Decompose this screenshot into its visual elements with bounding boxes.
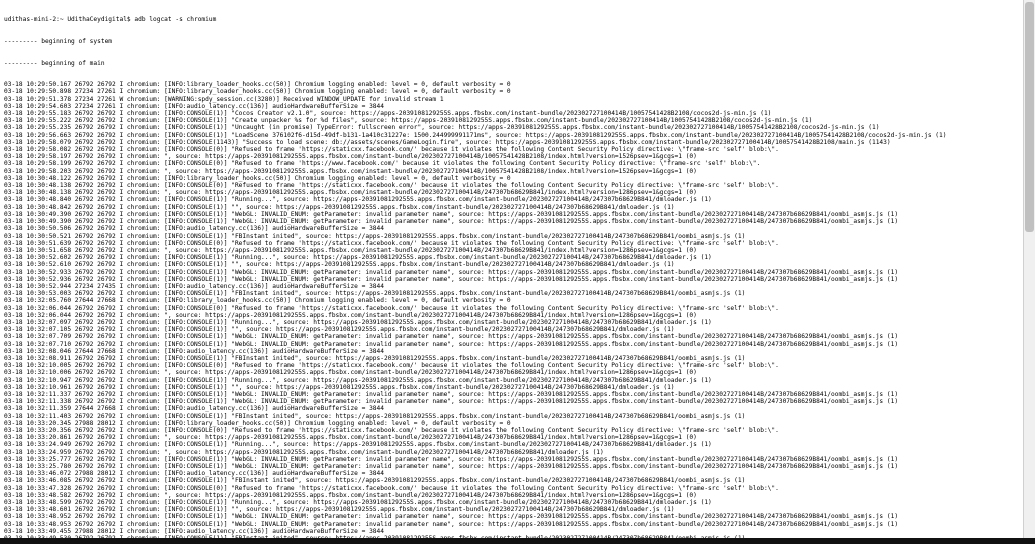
log-line: 03-18 10:33:46.085 26792 26792 I chromiu… [4, 477, 1031, 484]
log-line: 03-18 10:29:58.082 26792 26792 I chromiu… [4, 146, 1031, 153]
log-line: 03-18 10:33:20.356 26792 26792 I chromiu… [4, 427, 1031, 434]
log-line: 03-18 10:30:48.842 26792 26792 I chromiu… [4, 204, 1031, 211]
shell-prompt: udithas-mini-2:~ UdithaCeydigital$ adb l… [4, 16, 1031, 23]
log-line: 03-18 10:29:58.199 26792 26792 I chromiu… [4, 160, 1031, 167]
log-line: 03-18 10:30:52.602 26792 26792 I chromiu… [4, 254, 1031, 261]
log-line: 03-18 10:33:48.601 26792 26792 I chromiu… [4, 506, 1031, 513]
log-line: 03-18 10:32:11.359 27644 27668 I chromiu… [4, 405, 1031, 412]
log-line: 03-18 10:32:07.105 26792 26792 I chromiu… [4, 326, 1031, 333]
terminal-output[interactable]: udithas-mini-2:~ UdithaCeydigital$ adb l… [0, 0, 1035, 544]
log-line: 03-18 10:30:52.933 26792 26792 I chromiu… [4, 269, 1031, 276]
log-line: 03-18 10:30:51.658 26792 26792 I chromiu… [4, 247, 1031, 254]
log-line: 03-18 10:30:49.390 26792 26792 I chromiu… [4, 218, 1031, 225]
log-line: 03-18 10:29:58.203 26792 26792 I chromiu… [4, 168, 1031, 175]
log-line: 03-18 10:32:11.338 26792 26792 I chromiu… [4, 398, 1031, 405]
log-line: 03-18 10:30:48.138 26792 26792 I chromiu… [4, 189, 1031, 196]
log-line: 03-18 10:33:24.959 26792 26792 I chromiu… [4, 449, 1031, 456]
log-line: 03-18 10:30:48.138 26792 26792 I chromiu… [4, 182, 1031, 189]
log-line: 03-18 10:32:05.760 27644 27668 I chromiu… [4, 297, 1031, 304]
log-line: 03-18 10:33:25.777 26792 26792 I chromiu… [4, 456, 1031, 463]
log-line: 03-18 10:30:52.610 26792 26792 I chromiu… [4, 261, 1031, 268]
log-line: 03-18 10:29:55.183 26792 26792 I chromiu… [4, 110, 1031, 117]
log-line: 03-18 10:33:47.328 26792 26792 I chromiu… [4, 485, 1031, 492]
log-line: 03-18 10:33:46.072 27988 28012 I chromiu… [4, 470, 1031, 477]
os-taskbar [0, 538, 1035, 544]
log-line: 03-18 10:29:50.898 27234 27261 I chromiu… [4, 88, 1031, 95]
log-line: 03-18 10:30:49.390 26792 26792 I chromiu… [4, 211, 1031, 218]
log-line: 03-18 10:32:07.710 26792 26792 I chromiu… [4, 341, 1031, 348]
log-line: 03-18 10:32:07.709 26792 26792 I chromiu… [4, 333, 1031, 340]
log-line: 03-18 10:32:10.961 26792 26792 I chromiu… [4, 384, 1031, 391]
log-line: 03-18 10:29:58.079 26792 26792 I chromiu… [4, 139, 1031, 146]
log-line: 03-18 10:29:55.222 26792 26792 I chromiu… [4, 117, 1031, 124]
log-line: 03-18 10:29:56.663 26792 26792 I chromiu… [4, 132, 1031, 139]
log-line: 03-18 10:33:25.780 26792 26792 I chromiu… [4, 463, 1031, 470]
log-line: 03-18 10:33:48.582 26792 26792 I chromiu… [4, 492, 1031, 499]
log-line: 03-18 10:30:52.944 27234 27435 I chromiu… [4, 283, 1031, 290]
log-line: 03-18 10:30:50.506 26792 26792 I chromiu… [4, 225, 1031, 232]
log-line: 03-18 10:30:48.840 26792 26792 I chromiu… [4, 196, 1031, 203]
log-line: 03-18 10:32:10.947 26792 26792 I chromiu… [4, 377, 1031, 384]
log-line: 03-18 10:33:24.949 26792 26792 I chromiu… [4, 441, 1031, 448]
log-line: 03-18 10:29:58.197 26792 26792 I chromiu… [4, 153, 1031, 160]
log-line: 03-18 10:32:08.911 26792 26792 I chromiu… [4, 355, 1031, 362]
log-line: 03-18 10:32:10.005 26792 26792 I chromiu… [4, 362, 1031, 369]
log-line: 03-18 10:30:52.936 26792 26792 I chromiu… [4, 276, 1031, 283]
log-line: 03-18 10:29:55.235 26792 26792 I chromiu… [4, 124, 1031, 131]
log-line: 03-18 10:32:08.046 27644 27668 I chromiu… [4, 348, 1031, 355]
log-line: 03-18 10:32:11.403 26792 26792 I chromiu… [4, 413, 1031, 420]
scrollbar-thumb[interactable] [1025, 2, 1034, 232]
log-line: 03-18 10:29:51.378 27234 27261 W chromiu… [4, 96, 1031, 103]
log-line: 03-18 10:33:20.345 27988 28012 I chromiu… [4, 420, 1031, 427]
log-line: 03-18 10:30:51.639 26792 26792 I chromiu… [4, 240, 1031, 247]
log-line: 03-18 10:32:06.044 26792 26792 I chromiu… [4, 312, 1031, 319]
log-line: 03-18 10:32:11.337 26792 26792 I chromiu… [4, 391, 1031, 398]
log-line: 03-18 10:29:50.167 26792 26792 I chromiu… [4, 81, 1031, 88]
log-line: 03-18 10:30:53.003 26792 26792 I chromiu… [4, 290, 1031, 297]
log-line: 03-18 10:32:06.044 26792 26792 I chromiu… [4, 305, 1031, 312]
log-line: 03-18 10:30:48.122 26792 26792 I chromiu… [4, 175, 1031, 182]
log-line: 03-18 10:33:20.861 26792 26792 I chromiu… [4, 434, 1031, 441]
log-line: 03-18 10:33:48.599 26792 26792 I chromiu… [4, 499, 1031, 506]
log-line: 03-18 10:33:48.953 26792 26792 I chromiu… [4, 521, 1031, 528]
log-lines-container: 03-18 10:29:50.167 26792 26792 I chromiu… [4, 81, 1031, 542]
log-header: --------- beginning of system [4, 38, 1031, 45]
log-line: 03-18 10:30:50.521 26792 26792 I chromiu… [4, 233, 1031, 240]
log-line: 03-18 10:33:49.455 27988 28012 I chromiu… [4, 528, 1031, 535]
scrollbar-track[interactable] [1023, 0, 1035, 544]
log-header: --------- beginning of main [4, 60, 1031, 67]
log-line: 03-18 10:32:07.097 26792 26792 I chromiu… [4, 319, 1031, 326]
log-line: 03-18 10:32:10.006 26792 26792 I chromiu… [4, 369, 1031, 376]
log-line: 03-18 10:33:48.952 26792 26792 I chromiu… [4, 513, 1031, 520]
log-line: 03-18 10:29:54.603 27234 27261 I chromiu… [4, 103, 1031, 110]
